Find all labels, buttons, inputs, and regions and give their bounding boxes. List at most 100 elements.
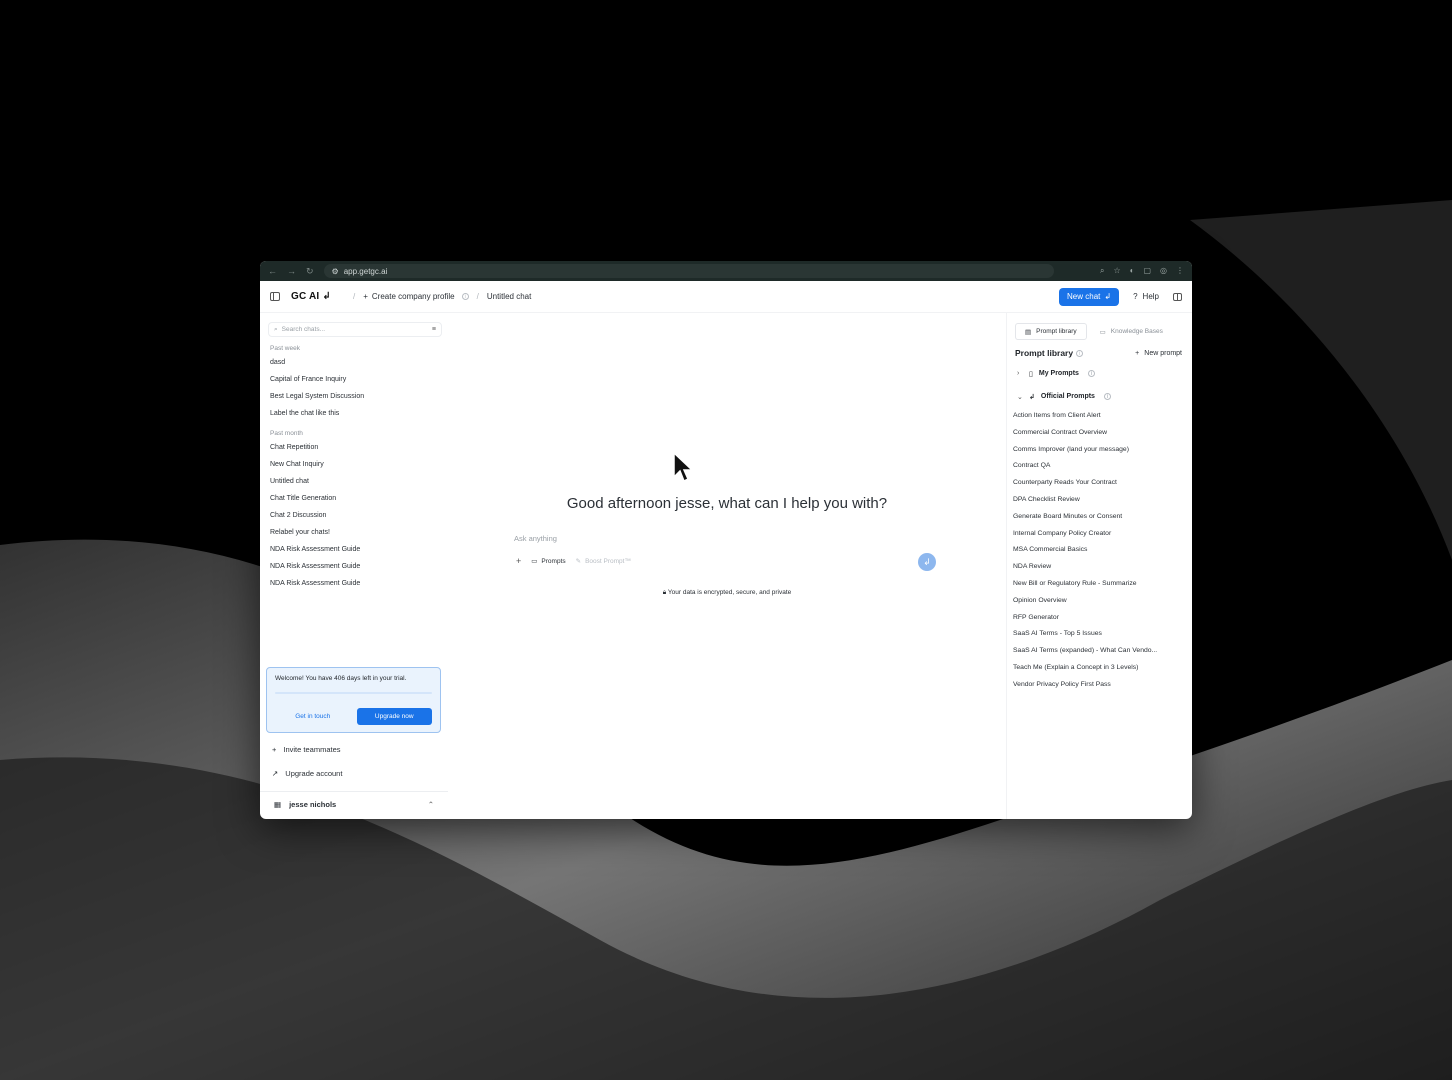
prompt-library-panel: ▤ Prompt library ▭ Knowledge Bases Promp…	[1006, 313, 1192, 819]
new-chat-button[interactable]: New chat ↲	[1059, 287, 1120, 306]
trial-text: Welcome! You have 406 days left in your …	[275, 675, 407, 682]
chat-list-item[interactable]: Chat Title Generation	[260, 490, 448, 507]
tab-knowledge-bases[interactable]: ▭ Knowledge Bases	[1091, 323, 1172, 340]
info-icon: i	[1087, 370, 1095, 377]
group-label-past-month: Past month	[270, 430, 303, 437]
main-chat-area: Good afternoon jesse, what can I help yo…	[448, 313, 1006, 819]
prompt-list-item[interactable]: Contract QA	[1007, 458, 1183, 475]
chat-list-item[interactable]: NDA Risk Assessment Guide	[260, 541, 448, 558]
tab-label: Knowledge Bases	[1110, 328, 1163, 335]
puzzle-icon[interactable]: ▢	[1143, 266, 1151, 276]
new-prompt-button[interactable]: + New prompt	[1135, 350, 1182, 357]
prompt-list-item[interactable]: Commercial Contract Overview	[1007, 425, 1183, 442]
prompt-list-item[interactable]: Internal Company Policy Creator	[1007, 526, 1183, 543]
sidebar-toggle-icon[interactable]	[270, 292, 280, 301]
breadcrumb-current-chat: Untitled chat	[486, 292, 532, 301]
prompt-list-item[interactable]: RFP Generator	[1007, 610, 1183, 627]
user-menu[interactable]: ▦ jesse nichols ⌃	[260, 791, 448, 817]
attach-plus-icon[interactable]: +	[516, 556, 521, 566]
prompt-list-item[interactable]: Action Items from Client Alert	[1007, 408, 1183, 425]
question-icon: ?	[1133, 292, 1138, 301]
search-icon: ⌕	[274, 325, 278, 333]
help-button[interactable]: ? Help	[1133, 292, 1159, 301]
upgrade-account-button[interactable]: ↗ Upgrade account	[272, 769, 342, 778]
group-label-past-week: Past week	[270, 345, 300, 352]
prompt-list-item[interactable]: DPA Checklist Review	[1007, 492, 1183, 509]
upgrade-now-button[interactable]: Upgrade now	[356, 708, 432, 725]
boost-prompt-button[interactable]: ✎ Boost Prompt™	[576, 557, 631, 566]
app-header: GC AI ↲ / + Create company profile i / U…	[260, 281, 1192, 313]
chat-list-item[interactable]: dasd	[260, 354, 448, 371]
prompt-list-item[interactable]: Vendor Privacy Policy First Pass	[1007, 677, 1183, 694]
logo-text: GC AI	[291, 291, 320, 302]
folder-icon: ▭	[1099, 328, 1106, 336]
get-in-touch-link[interactable]: Get in touch	[275, 713, 351, 720]
filter-icon[interactable]: ≡	[432, 326, 436, 333]
folder-label: My Prompts	[1038, 370, 1079, 377]
folder-official-prompts[interactable]: ⌄ ↲ Official Prompts i	[1007, 385, 1192, 408]
prompt-list-item[interactable]: New Bill or Regulatory Rule - Summarize	[1007, 576, 1183, 593]
send-button[interactable]: ↲	[918, 553, 936, 571]
bookmark-star-icon[interactable]: ☆	[1113, 266, 1120, 276]
chat-list-item[interactable]: Relabel your chats!	[260, 524, 448, 541]
chat-list-item[interactable]: NDA Risk Assessment Guide	[260, 575, 448, 592]
security-note-text: Your data is encrypted, secure, and priv…	[667, 589, 792, 596]
chat-list-item[interactable]: Capital of France Inquiry	[260, 371, 448, 388]
breadcrumb-separator: /	[353, 292, 356, 301]
plus-icon: +	[272, 745, 277, 754]
address-bar[interactable]: ⚙ app.getgc.ai	[323, 264, 1054, 278]
prompt-list-item[interactable]: MSA Commercial Basics	[1007, 542, 1183, 559]
site-settings-icon[interactable]: ⚙	[332, 267, 339, 276]
chat-composer: Ask anything + ▭ Prompts ✎ Boost Prompt™…	[514, 534, 936, 574]
prompt-list-item[interactable]: Opinion Overview	[1007, 593, 1183, 610]
prompt-list-item[interactable]: Generate Board Minutes or Consent	[1007, 509, 1183, 526]
breadcrumb-separator: /	[476, 292, 479, 301]
prompt-list-item[interactable]: SaaS AI Terms - Top 5 Issues	[1007, 626, 1183, 643]
breadcrumb-label: Create company profile	[371, 292, 455, 301]
chat-list-item[interactable]: Chat 2 Discussion	[260, 507, 448, 524]
info-icon: i	[1076, 349, 1084, 357]
profile-icon[interactable]: ◎	[1160, 266, 1167, 276]
panel-title: Prompt library	[1015, 348, 1074, 358]
prompt-list-item[interactable]: Counterparty Reads Your Contract	[1007, 475, 1183, 492]
folder-label: Official Prompts	[1040, 393, 1095, 400]
browser-window: ← → ↻ ⚙ app.getgc.ai ⌕ ☆ ◐ ▢ ◎ ⋮ GC AI ↲…	[260, 261, 1192, 819]
right-panel-toggle-icon[interactable]	[1173, 292, 1182, 301]
prompts-button[interactable]: ▭ Prompts	[531, 557, 566, 566]
invite-teammates-button[interactable]: + Invite teammates	[272, 745, 341, 754]
prompt-list-item[interactable]: SaaS AI Terms (expanded) - What Can Vend…	[1007, 643, 1183, 660]
breadcrumb-company-profile[interactable]: + Create company profile i	[363, 292, 469, 301]
info-icon: i	[1103, 393, 1111, 400]
zoom-icon[interactable]: ⌕	[1100, 266, 1104, 276]
chat-list-item[interactable]: Best Legal System Discussion	[260, 388, 448, 405]
ask-anything-input[interactable]: Ask anything	[514, 534, 557, 543]
folder-my-prompts[interactable]: › ▯ My Prompts i	[1007, 362, 1192, 385]
chat-list-item[interactable]: New Chat Inquiry	[260, 456, 448, 473]
back-icon[interactable]: ←	[268, 266, 277, 277]
logo[interactable]: GC AI ↲	[291, 291, 331, 302]
chat-list-item[interactable]: Untitled chat	[260, 473, 448, 490]
chat-list-item[interactable]: Label the chat like this	[260, 405, 448, 422]
extension-icon[interactable]: ◐	[1130, 266, 1135, 276]
menu-kebab-icon[interactable]: ⋮	[1176, 266, 1184, 276]
new-chat-label: New chat	[1067, 292, 1101, 301]
url-text: app.getgc.ai	[343, 266, 388, 276]
reload-icon[interactable]: ↻	[306, 266, 314, 277]
inbox-icon: ▭	[531, 558, 538, 565]
forward-icon[interactable]: →	[287, 266, 296, 277]
prompt-list-item[interactable]: Teach Me (Explain a Concept in 3 Levels)	[1007, 660, 1183, 677]
prompts-label: Prompts	[541, 557, 566, 565]
user-name: jesse nichols	[289, 800, 337, 809]
search-chats-input[interactable]: ⌕ Search chats... ≡	[268, 322, 442, 337]
prompt-list-item[interactable]: Comms Improver (land your message)	[1007, 442, 1183, 459]
prompt-list-item[interactable]: NDA Review	[1007, 559, 1183, 576]
info-icon: i	[461, 293, 469, 300]
chat-list-item[interactable]: Chat Repetition	[260, 439, 448, 456]
browser-toolbar: ← → ↻ ⚙ app.getgc.ai ⌕ ☆ ◐ ▢ ◎ ⋮	[260, 261, 1192, 281]
chat-list-item[interactable]: NDA Risk Assessment Guide	[260, 558, 448, 575]
official-prompt-list: Action Items from Client Alert Commercial…	[1007, 408, 1192, 694]
tab-prompt-library[interactable]: ▤ Prompt library	[1015, 323, 1087, 340]
plus-icon: +	[1135, 349, 1140, 357]
help-label: Help	[1142, 292, 1159, 301]
lock-icon: 🔒︎	[662, 589, 667, 596]
